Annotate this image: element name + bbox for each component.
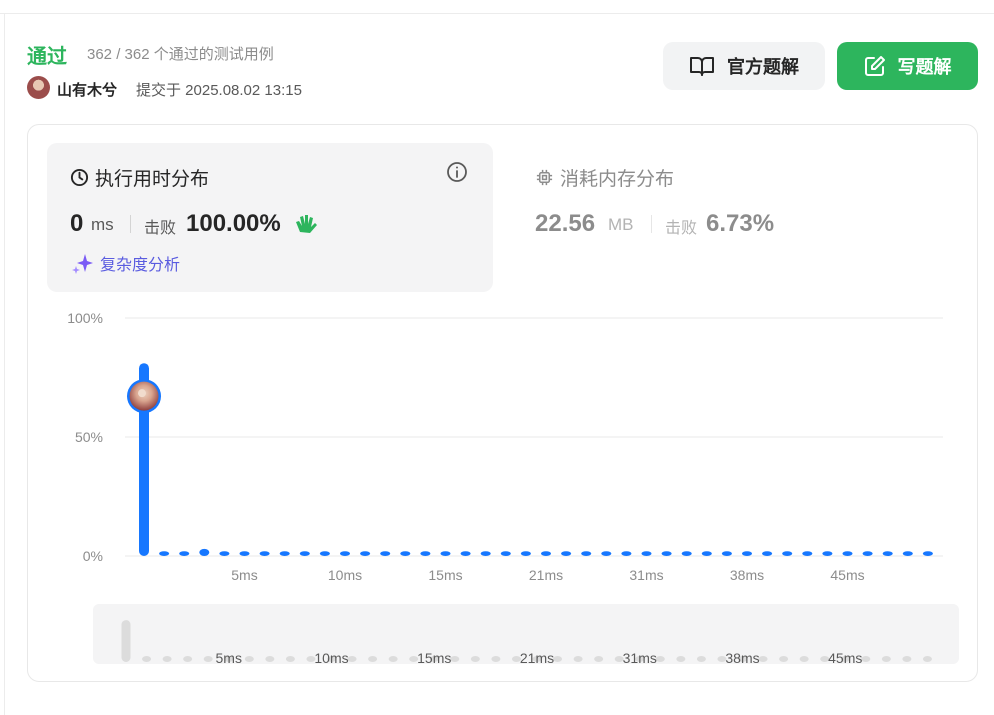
overview-bar: [368, 656, 378, 662]
overview-bar: [203, 656, 213, 662]
user-marker-face: [138, 389, 146, 398]
overview-bar: [470, 656, 480, 662]
bar[interactable]: [762, 551, 773, 556]
x-tick-label: 15ms: [428, 567, 462, 583]
y-tick-label: 50%: [75, 429, 103, 445]
overview-bar: [553, 656, 563, 662]
bar[interactable]: [902, 551, 913, 556]
overview-bar: [881, 656, 891, 662]
bar[interactable]: [400, 551, 411, 556]
bar[interactable]: [480, 551, 491, 556]
overview-bar: [922, 656, 932, 662]
overview-bar: [183, 656, 193, 662]
bar[interactable]: [822, 551, 833, 556]
x-tick-label: 10ms: [328, 567, 362, 583]
overview-tick-label: 21ms: [520, 650, 554, 666]
bar[interactable]: [340, 551, 350, 556]
bar[interactable]: [842, 551, 853, 556]
x-tick-label: 38ms: [730, 567, 764, 583]
overview-tick-label: 31ms: [623, 650, 657, 666]
bar[interactable]: [661, 551, 672, 556]
overview-bar: [347, 656, 357, 662]
overview-bar: [779, 656, 789, 662]
bar[interactable]: [862, 551, 873, 556]
bar[interactable]: [802, 551, 813, 556]
bar[interactable]: [179, 551, 190, 556]
overview-bar: [676, 656, 686, 662]
y-tick-label: 100%: [67, 310, 103, 326]
bar[interactable]: [641, 551, 652, 556]
overview-bar: [491, 656, 501, 662]
overview-bar: [696, 656, 706, 662]
bar[interactable]: [500, 551, 511, 556]
overview-bar: [244, 656, 254, 662]
bar[interactable]: [440, 551, 451, 556]
bar[interactable]: [420, 551, 431, 556]
overview-bar: [861, 656, 871, 662]
bar[interactable]: [219, 551, 230, 556]
overview-bar: [388, 656, 398, 662]
overview-bar: [142, 656, 152, 662]
overview-bar: [758, 656, 768, 662]
bar[interactable]: [541, 551, 551, 556]
x-tick-label: 31ms: [629, 567, 663, 583]
bar[interactable]: [239, 551, 250, 556]
x-tick-label: 21ms: [529, 567, 563, 583]
overview-bar: [121, 620, 131, 662]
bar[interactable]: [561, 551, 572, 556]
bar[interactable]: [621, 551, 632, 556]
bar[interactable]: [259, 551, 270, 556]
bar[interactable]: [922, 551, 933, 556]
bar[interactable]: [279, 551, 290, 556]
runtime-distribution-chart[interactable]: 100% 50% 0% 5ms 10ms 15ms 21ms 31ms 38ms 45ms 5m…: [0, 0, 994, 715]
bar[interactable]: [299, 551, 310, 556]
overview-bar: [285, 656, 295, 662]
overview-bar: [902, 656, 912, 662]
bar[interactable]: [882, 551, 893, 556]
bar[interactable]: [319, 551, 330, 556]
x-tick-label: 45ms: [830, 567, 864, 583]
bar[interactable]: [681, 551, 692, 556]
overview-bar: [799, 656, 809, 662]
overview-tick-label: 15ms: [417, 650, 451, 666]
overview-bar: [594, 656, 604, 662]
bar[interactable]: [581, 551, 592, 556]
overview-tick-label: 45ms: [828, 650, 862, 666]
bar[interactable]: [159, 551, 170, 556]
overview-bar: [573, 656, 583, 662]
overview-bar: [162, 656, 172, 662]
overview-bar: [450, 656, 460, 662]
overview-tick-label: 38ms: [725, 650, 759, 666]
bar[interactable]: [520, 551, 531, 556]
bar[interactable]: [601, 551, 612, 556]
bar[interactable]: [742, 551, 752, 556]
bar[interactable]: [360, 551, 371, 556]
bar[interactable]: [380, 551, 391, 556]
bar[interactable]: [782, 551, 793, 556]
bar[interactable]: [721, 551, 732, 556]
overview-bar: [265, 656, 275, 662]
bar[interactable]: [199, 548, 210, 556]
overview-bar: [655, 656, 665, 662]
bar[interactable]: [701, 551, 712, 556]
overview-tick-label: 10ms: [314, 650, 348, 666]
bar[interactable]: [460, 551, 471, 556]
overview-tick-label: 5ms: [216, 650, 242, 666]
x-tick-label: 5ms: [231, 567, 257, 583]
y-tick-label: 0%: [83, 548, 103, 564]
